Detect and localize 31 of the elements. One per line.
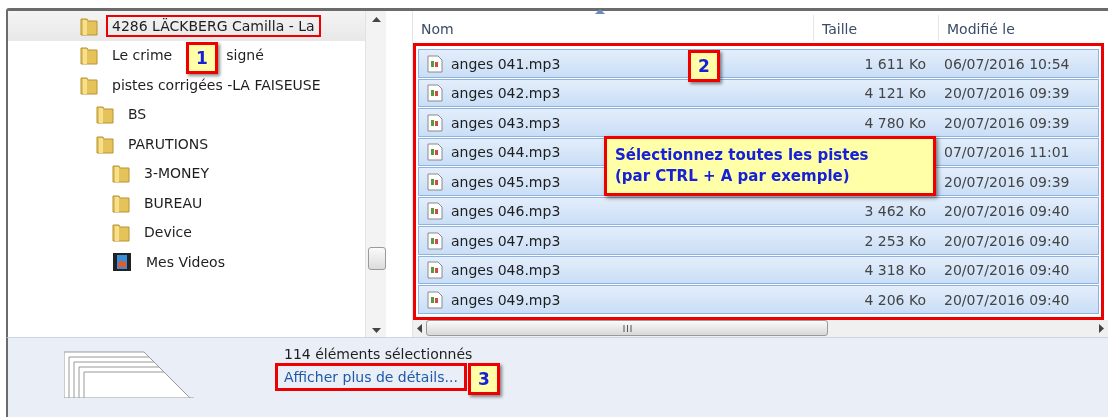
- file-date: 20/07/2016 09:40: [943, 232, 1071, 249]
- file-size: 4 206 Ko: [863, 291, 926, 308]
- file-date: 20/07/2016 09:40: [943, 203, 1071, 220]
- file-date: 06/07/2016 10:54: [943, 55, 1071, 72]
- file-name: anges 047.mp3: [451, 232, 561, 249]
- file-date: 20/07/2016 09:39: [943, 173, 1071, 190]
- file-size: 4 780 Ko: [863, 114, 926, 131]
- file-date: 20/07/2016 09:39: [943, 85, 1071, 102]
- file-name: anges 049.mp3: [451, 291, 561, 308]
- file-size: 3 462 Ko: [863, 203, 926, 220]
- callout-number: 2: [688, 50, 720, 83]
- folder-name-end: signé: [225, 46, 265, 66]
- file-name: anges 044.mp3: [451, 144, 561, 161]
- file-size: 2 253 Ko: [863, 232, 926, 249]
- file-name: anges 046.mp3: [451, 203, 561, 220]
- callout-number: 3: [467, 363, 500, 395]
- file-size: 1 611 Ko: [863, 55, 926, 72]
- file-name: anges 043.mp3: [451, 114, 561, 131]
- file-name: anges 042.mp3: [451, 85, 561, 102]
- file-date: 07/07/2016 11:01: [943, 144, 1071, 161]
- instruction-tooltip: Sélectionnez toutes les pistes (par CTRL + A par exemple): [604, 136, 936, 197]
- file-name: anges 048.mp3: [451, 262, 561, 279]
- file-date: 20/07/2016 09:40: [943, 262, 1071, 279]
- file-size: 4 318 Ko: [863, 262, 926, 279]
- file-name: anges 045.mp3: [451, 173, 561, 190]
- file-date: 20/07/2016 09:40: [943, 291, 1071, 308]
- selection-count: 114 éléments sélectionnés: [284, 346, 473, 362]
- file-size: 4 121 Ko: [863, 85, 926, 102]
- file-name: anges 041.mp3: [451, 55, 561, 72]
- callout-number-tooltip: 1: [186, 42, 218, 74]
- file-date: 20/07/2016 09:39: [943, 114, 1071, 131]
